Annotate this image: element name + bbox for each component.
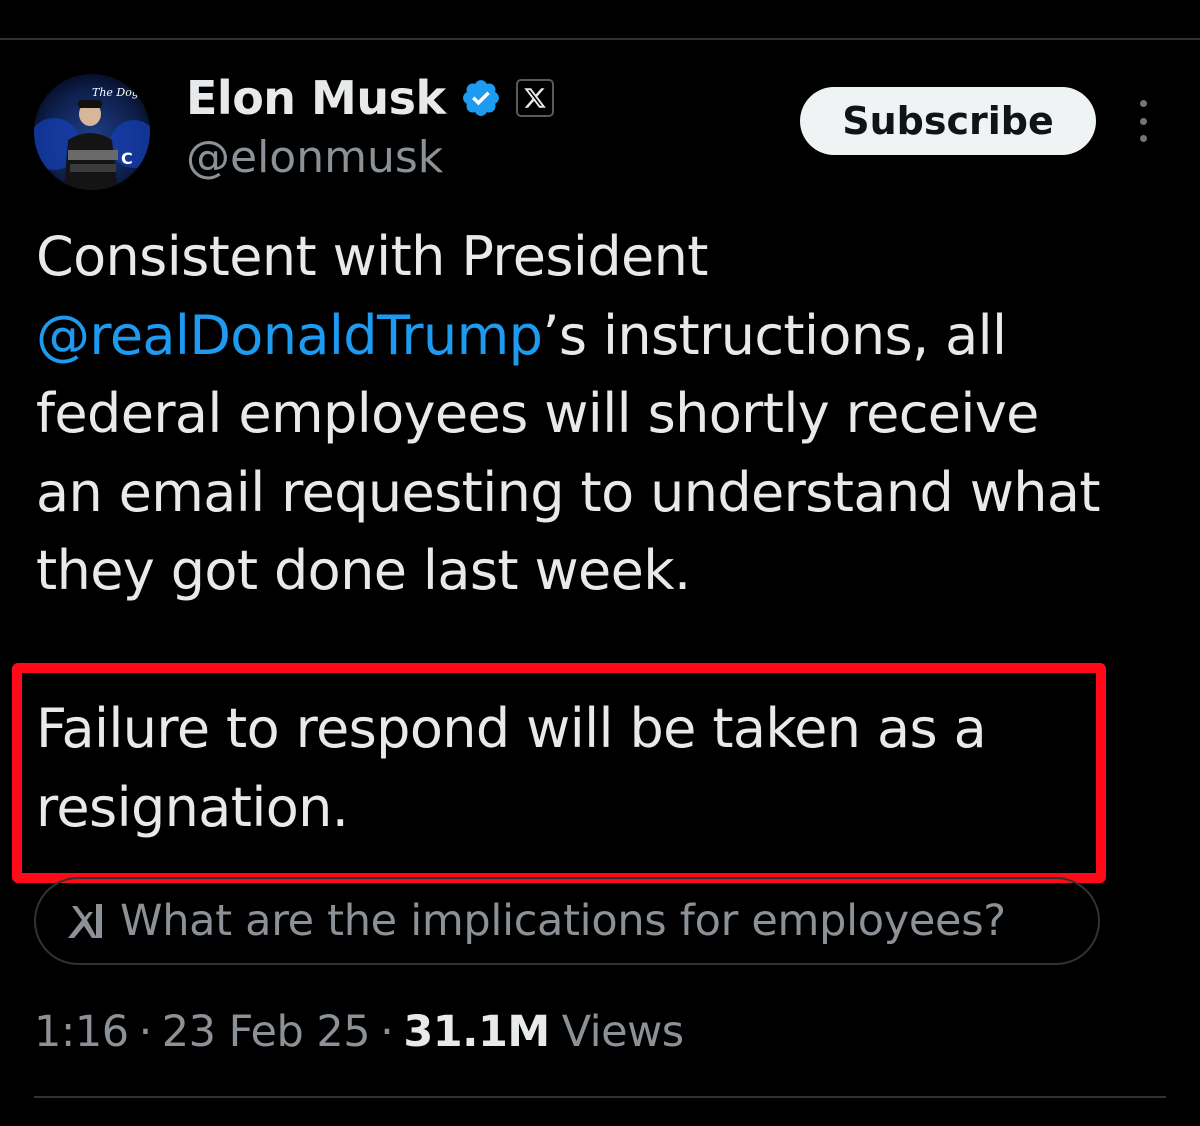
tweet-line-2: @realDonaldTrump’s instructions, all — [36, 297, 1176, 376]
avatar-text: The Dogefa — [92, 86, 150, 99]
tweet-time[interactable]: 1:16 — [34, 1007, 129, 1057]
author-name-row[interactable]: Elon Musk — [186, 70, 554, 126]
verified-badge-icon — [460, 77, 502, 119]
author-avatar[interactable]: The Dogefa C — [34, 74, 150, 190]
highlighted-line-2: resignation. — [36, 775, 349, 839]
highlighted-tweet-text: Failure to respond will be taken as a re… — [36, 690, 1076, 847]
avatar-letter: C — [121, 149, 133, 168]
views-label: Views — [561, 1007, 684, 1057]
bottom-divider — [34, 1096, 1166, 1098]
grok-prompt-label: What are the implications for employees? — [120, 896, 1006, 946]
tweet-line-4: an email requesting to understand what — [36, 460, 1101, 524]
mention-link[interactable]: @realDonaldTrump — [36, 304, 543, 367]
tweet-meta: 1:16 · 23 Feb 25 · 31.1M Views — [34, 1002, 684, 1062]
tweet-date[interactable]: 23 Feb 25 — [162, 1007, 371, 1057]
top-divider — [0, 38, 1200, 40]
highlighted-line-1: Failure to respond will be taken as a — [36, 697, 987, 760]
avatar-image: The Dogefa C — [34, 74, 150, 190]
grok-icon — [62, 898, 108, 944]
author-handle[interactable]: @elonmusk — [186, 130, 443, 186]
more-options-icon[interactable] — [1128, 100, 1158, 142]
subscribe-button[interactable]: Subscribe — [800, 87, 1096, 155]
author-display-name[interactable]: Elon Musk — [186, 70, 446, 126]
tweet-line-5: they got done last week. — [36, 539, 691, 602]
views-count[interactable]: 31.1M — [403, 1007, 550, 1057]
meta-separator: · — [138, 1007, 153, 1057]
x-affiliate-badge-icon[interactable] — [515, 79, 554, 117]
tweet-line-1: Consistent with President — [36, 225, 708, 288]
grok-prompt-button[interactable]: What are the implications for employees? — [34, 877, 1100, 965]
meta-separator: · — [380, 1007, 394, 1057]
tweet-line-2-text: ’s instructions, all — [542, 303, 1007, 367]
tweet-text: Consistent with President @realDonaldTru… — [36, 218, 1176, 611]
tweet-line-3: federal employees will shortly receive — [36, 382, 1039, 445]
